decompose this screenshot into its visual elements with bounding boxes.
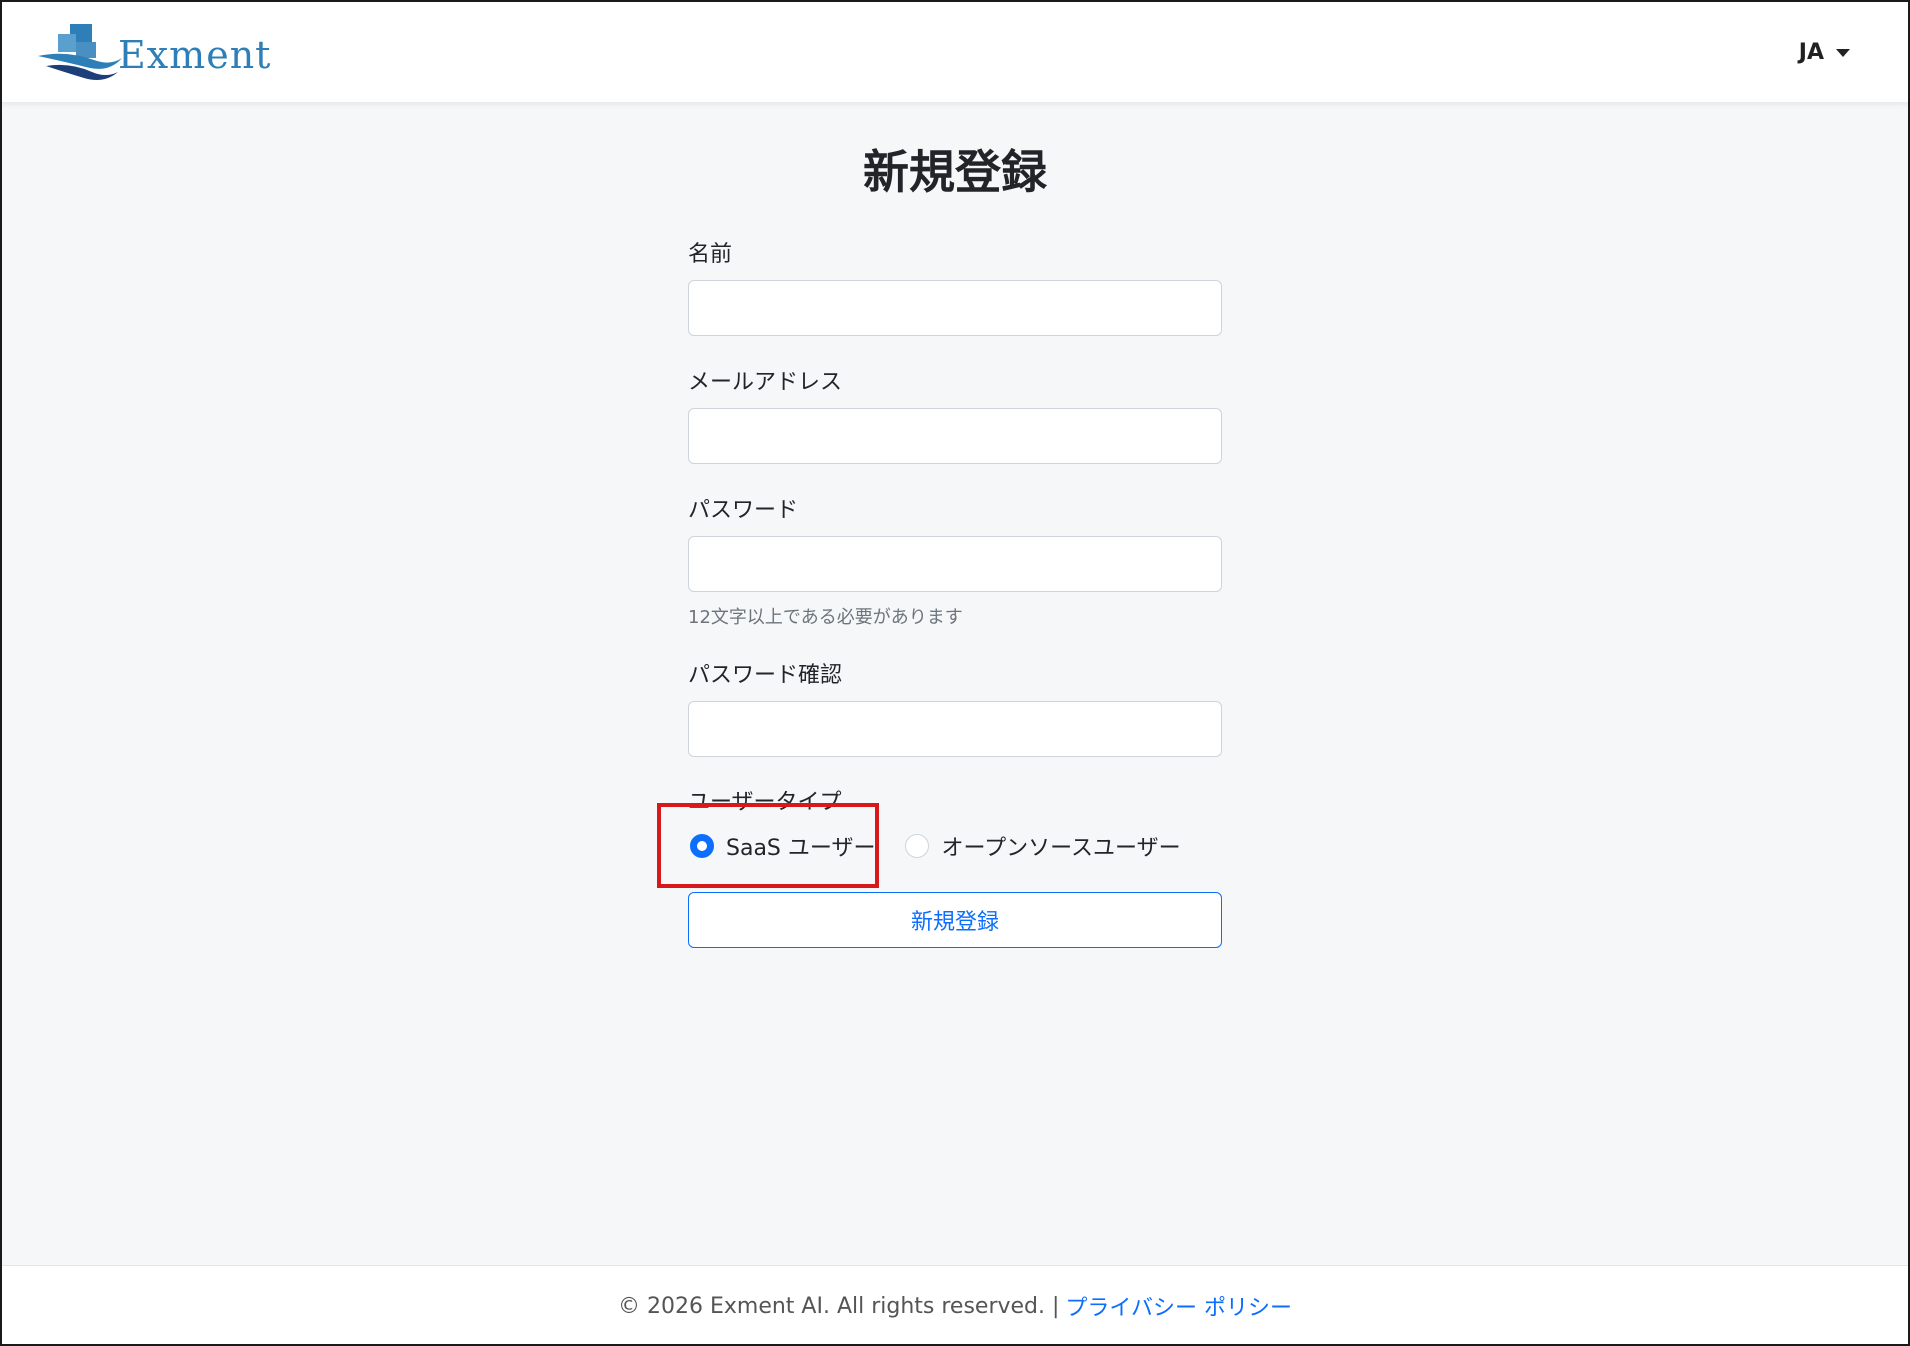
radio-label-opensource: オープンソースユーザー — [941, 836, 1181, 861]
logo-icon — [38, 24, 122, 80]
user-type-label: ユーザータイプ — [688, 790, 842, 815]
caret-down-icon — [1836, 48, 1850, 57]
logo-text: Exment — [118, 33, 272, 77]
radio-option-saas[interactable]: SaaS ユーザー — [690, 830, 875, 862]
password-confirm-input[interactable] — [688, 701, 1222, 757]
password-confirm-label: パスワード確認 — [688, 663, 843, 688]
privacy-policy-link[interactable]: プライバシー ポリシー — [1065, 1290, 1292, 1322]
radio-opensource[interactable] — [905, 834, 930, 858]
language-dropdown[interactable]: JA — [1799, 40, 1850, 65]
brand-logo[interactable]: Exment — [36, 22, 271, 84]
password-label: パスワード — [688, 498, 799, 523]
password-hint: 12文字以上である必要があります — [688, 607, 963, 628]
name-label: 名前 — [688, 242, 733, 267]
email-input[interactable] — [688, 408, 1222, 464]
radio-label-saas: SaaS ユーザー — [726, 836, 876, 861]
radio-option-opensource[interactable]: オープンソースユーザー — [905, 830, 1181, 862]
submit-button[interactable]: 新規登録 — [688, 892, 1222, 948]
footer: © 2026 Exment AI. All rights reserved. |… — [0, 1265, 1910, 1346]
email-label: メールアドレス — [688, 370, 843, 395]
name-input[interactable] — [688, 280, 1222, 336]
footer-copyright: © 2026 Exment AI. All rights reserved. | — [618, 1293, 1060, 1319]
password-input[interactable] — [688, 536, 1222, 592]
language-label: JA — [1798, 40, 1824, 65]
user-type-radio-group: SaaS ユーザー オープンソースユーザー — [688, 830, 1181, 862]
top-navbar: Exment JA — [0, 0, 1910, 102]
radio-saas[interactable] — [690, 834, 714, 858]
page-title: 新規登録 — [863, 145, 1047, 199]
